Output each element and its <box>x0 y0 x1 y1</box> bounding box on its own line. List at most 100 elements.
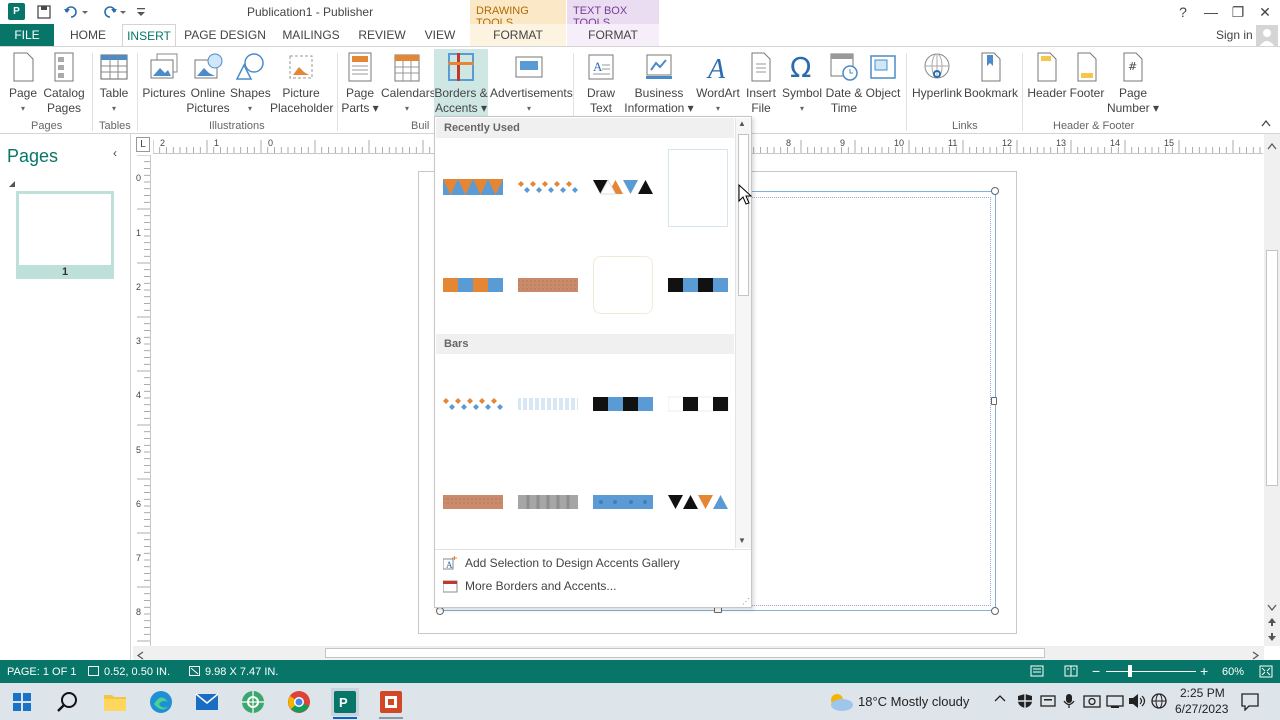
bookmark-button[interactable]: Bookmark <box>964 51 1018 101</box>
weather-status[interactable]: 18°C Mostly cloudy <box>858 694 969 709</box>
accent-plain-frame[interactable] <box>668 149 728 227</box>
advertisements-button[interactable]: Advertisements ▾ <box>490 51 573 116</box>
accent-black-orange-triangles[interactable] <box>593 177 655 197</box>
bar-triangle-mix[interactable] <box>668 492 730 512</box>
next-page-icon[interactable] <box>1267 631 1277 645</box>
bar-blue-dots[interactable] <box>593 492 655 512</box>
tab-drawing-format[interactable]: FORMAT <box>470 24 566 46</box>
page-thumbnail[interactable]: 1 <box>16 191 114 279</box>
file-explorer-icon[interactable] <box>101 688 129 716</box>
customize-quick-access-icon[interactable] <box>134 3 148 21</box>
wordart-button[interactable]: A WordArt ▾ <box>694 51 742 116</box>
notifications-icon[interactable] <box>1241 693 1259 711</box>
minimize-button[interactable]: — <box>1201 2 1221 22</box>
undo-icon[interactable] <box>60 3 92 21</box>
tab-file[interactable]: FILE <box>0 24 54 46</box>
zoom-level[interactable]: 60% <box>1222 666 1244 678</box>
tab-review[interactable]: REVIEW <box>356 24 408 46</box>
tab-insert[interactable]: INSERT <box>122 24 176 47</box>
more-borders-and-accents-menu-item[interactable]: More Borders and Accents... <box>439 575 739 597</box>
footer-button[interactable]: Footer <box>1068 51 1106 101</box>
vertical-scroll-thumb[interactable] <box>1266 250 1278 486</box>
accent-orange-blue-blocks[interactable] <box>443 275 505 295</box>
chrome-browser-icon[interactable] <box>285 688 313 716</box>
tab-mailings[interactable]: MAILINGS <box>278 24 344 46</box>
bar-black-white-blocks[interactable] <box>668 394 730 414</box>
picture-placeholder-button[interactable]: Picture Placeholder <box>270 51 333 116</box>
bar-gray-segments[interactable] <box>518 492 580 512</box>
gallery-scroll-down-icon[interactable]: ▼ <box>738 536 746 545</box>
hyperlink-button[interactable]: Hyperlink <box>910 51 964 101</box>
taskbar-clock-date[interactable]: 6/27/2023 <box>1175 702 1228 716</box>
scroll-down-icon[interactable] <box>1267 600 1277 614</box>
redo-icon[interactable] <box>98 3 130 21</box>
save-icon[interactable] <box>34 3 54 21</box>
object-button[interactable]: Object <box>864 51 902 101</box>
weather-cloud-icon[interactable] <box>826 692 854 712</box>
gallery-scroll-thumb[interactable] <box>738 134 749 296</box>
gallery-scrollbar[interactable]: ▲ ▼ <box>735 118 751 548</box>
expand-section-icon[interactable] <box>9 176 15 190</box>
gallery-scroll-up-icon[interactable]: ▲ <box>738 119 746 128</box>
vertical-ruler[interactable]: 0 1 2 3 4 5 6 7 8 <box>133 154 151 647</box>
accent-orange-blue-triangles[interactable] <box>443 177 505 197</box>
borders-and-accents-button[interactable]: Borders & Accents ▾ <box>434 49 488 119</box>
page-number-button[interactable]: # Page Number ▾ <box>1106 51 1160 116</box>
defender-shield-icon[interactable] <box>1017 693 1033 709</box>
collapse-ribbon-icon[interactable] <box>1261 119 1271 130</box>
green-app-icon[interactable] <box>239 688 267 716</box>
pictures-button[interactable]: Pictures <box>142 51 186 101</box>
previous-page-icon[interactable] <box>1267 616 1277 630</box>
sign-in-link[interactable]: Sign in <box>1216 28 1253 42</box>
symbol-button[interactable]: Ω Symbol ▾ <box>780 51 824 116</box>
tab-text-box-format[interactable]: FORMAT <box>567 24 659 46</box>
accent-diamond-chain[interactable] <box>518 177 580 197</box>
network-tray-icon[interactable] <box>1106 693 1124 709</box>
add-selection-to-gallery-menu-item[interactable]: A Add Selection to Design Accents Galler… <box>439 552 739 574</box>
two-page-spread-icon[interactable] <box>1064 665 1078 677</box>
header-button[interactable]: Header <box>1026 51 1068 101</box>
volume-icon[interactable] <box>1128 693 1146 709</box>
zoom-out-button[interactable]: − <box>1092 663 1100 679</box>
language-globe-icon[interactable] <box>1151 693 1167 709</box>
tab-page-design[interactable]: PAGE DESIGN <box>184 24 266 46</box>
storage-tray-icon[interactable] <box>1040 694 1056 708</box>
shapes-button[interactable]: Shapes ▾ <box>230 51 271 116</box>
collapse-pages-panel-button[interactable]: ‹ <box>113 146 117 160</box>
microphone-icon[interactable] <box>1062 693 1076 709</box>
page-count-status[interactable]: PAGE: 1 OF 1 <box>7 666 77 678</box>
taskbar-clock-time[interactable]: 2:25 PM <box>1180 686 1225 700</box>
bar-black-blue-blocks[interactable] <box>593 394 655 414</box>
publisher-taskbar-icon[interactable]: P <box>331 688 359 716</box>
online-pictures-button[interactable]: Online Pictures <box>186 51 230 116</box>
edge-browser-icon[interactable] <box>147 688 175 716</box>
bar-light-blue-gradient[interactable] <box>518 394 580 414</box>
mail-icon[interactable] <box>193 688 221 716</box>
business-information-button[interactable]: Business Information ▾ <box>624 51 694 116</box>
windows-start-icon[interactable] <box>8 688 36 716</box>
accent-rounded-frame[interactable] <box>593 256 653 314</box>
resize-handle-bottom-left[interactable] <box>436 607 444 615</box>
fit-page-icon[interactable] <box>1259 665 1273 678</box>
camera-tray-icon[interactable] <box>1083 694 1101 708</box>
resize-handle-bottom-right[interactable] <box>991 607 999 615</box>
horizontal-scroll-thumb[interactable] <box>325 648 1045 658</box>
page-button[interactable]: Page ▾ <box>4 51 42 116</box>
bar-diamond-chain[interactable] <box>443 394 505 414</box>
bar-tan-pattern[interactable] <box>443 492 505 512</box>
close-button[interactable]: ✕ <box>1255 2 1275 22</box>
powerpoint-taskbar-icon[interactable] <box>377 688 405 716</box>
single-page-view-icon[interactable] <box>1030 665 1044 677</box>
date-time-button[interactable]: Date & Time <box>824 51 864 116</box>
zoom-in-button[interactable]: + <box>1200 663 1208 679</box>
help-button[interactable]: ? <box>1173 2 1193 22</box>
zoom-slider[interactable] <box>1106 671 1196 672</box>
show-hidden-icons-chevron[interactable] <box>994 691 1006 706</box>
resize-handle-top-right[interactable] <box>991 187 999 195</box>
tab-home[interactable]: HOME <box>66 24 110 46</box>
gallery-resize-grip-icon[interactable]: ⋰ <box>742 597 750 606</box>
restore-button[interactable]: ❐ <box>1228 2 1248 22</box>
accent-tan-pattern-bar[interactable] <box>518 275 580 295</box>
table-button[interactable]: Table ▾ <box>96 51 132 116</box>
insert-file-button[interactable]: Insert File <box>742 51 780 116</box>
